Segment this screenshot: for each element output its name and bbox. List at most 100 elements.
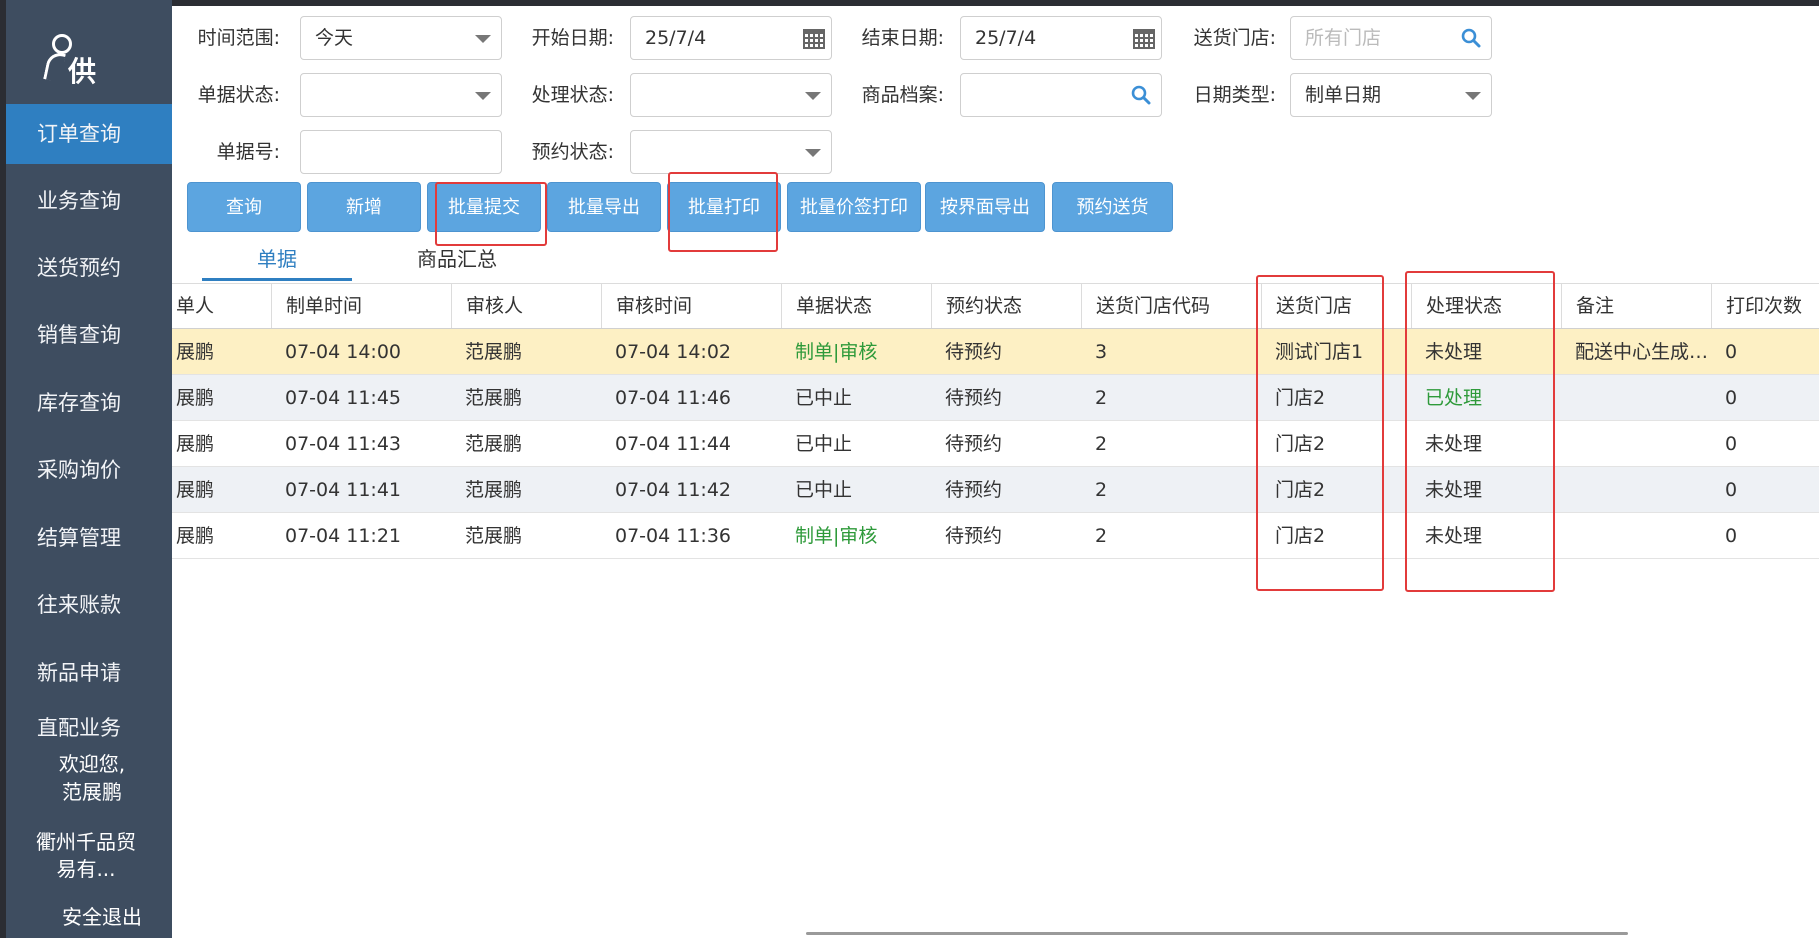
nav-item-order-query[interactable]: 订单查询 bbox=[6, 104, 172, 164]
col-header-store[interactable]: 送货门店 bbox=[1261, 284, 1411, 328]
calendar-icon[interactable] bbox=[803, 29, 825, 49]
product-file-input[interactable] bbox=[960, 73, 1162, 117]
calendar-icon[interactable] bbox=[1133, 29, 1155, 49]
nav-item-accounts[interactable]: 往来账款 bbox=[6, 575, 172, 635]
date-type-label: 日期类型: bbox=[1193, 84, 1276, 106]
cell-store-code: 2 bbox=[1095, 479, 1108, 501]
cell-creator: 展鹏 bbox=[176, 433, 215, 455]
sidebar: 供 订单查询 业务查询 送货预约 销售查询 库存查询 采购询价 结算管理 往来账… bbox=[0, 0, 172, 938]
search-icon[interactable] bbox=[1461, 28, 1481, 48]
doc-status-select[interactable] bbox=[300, 73, 502, 117]
add-button[interactable]: 新增 bbox=[307, 182, 421, 232]
cell-created-time: 07-04 11:21 bbox=[285, 525, 402, 547]
cell-store-code: 2 bbox=[1095, 433, 1108, 455]
time-range-select[interactable]: 今天 bbox=[300, 16, 502, 60]
col-header-review-time[interactable]: 审核时间 bbox=[601, 284, 781, 328]
col-header-reserve-status[interactable]: 预约状态 bbox=[931, 284, 1081, 328]
col-header-print-count[interactable]: 打印次数 bbox=[1711, 284, 1819, 328]
start-date-value: 25/7/4 bbox=[645, 27, 707, 49]
cell-print-count: 0 bbox=[1725, 433, 1738, 455]
table-row[interactable]: 展鹏 07-04 11:45 范展鹏 07-04 11:46 已中止 待预约 2 门店2 已处理… bbox=[172, 375, 1819, 421]
cell-reserve-status: 待预约 bbox=[945, 525, 1003, 547]
cell-print-count: 0 bbox=[1725, 341, 1738, 363]
table-row[interactable]: 展鹏 07-04 14:00 范展鹏 07-04 14:02 制单|审核 待预约 3 测试门店… bbox=[172, 329, 1819, 375]
chevron-down-icon bbox=[805, 149, 821, 157]
product-file-label: 商品档案: bbox=[861, 84, 944, 106]
end-date-label: 结束日期: bbox=[861, 27, 944, 49]
process-status-select[interactable] bbox=[630, 73, 832, 117]
welcome-text: 欢迎您, bbox=[58, 752, 126, 776]
start-date-input[interactable]: 25/7/4 bbox=[630, 16, 832, 60]
horizontal-scrollbar[interactable] bbox=[806, 932, 1628, 935]
cell-reserve-status: 待预约 bbox=[945, 433, 1003, 455]
supplier-logo: 供 bbox=[42, 30, 112, 90]
logo-text: 供 bbox=[68, 55, 97, 88]
date-type-select[interactable]: 制单日期 bbox=[1290, 73, 1492, 117]
end-date-input[interactable]: 25/7/4 bbox=[960, 16, 1162, 60]
cell-doc-status: 已中止 bbox=[795, 433, 853, 455]
cell-process-status: 已处理 bbox=[1425, 387, 1483, 409]
chevron-down-icon bbox=[475, 92, 491, 100]
cell-doc-status: 已中止 bbox=[795, 479, 853, 501]
nav-item-purchase-inquiry[interactable]: 采购询价 bbox=[6, 440, 172, 500]
user-name: 范展鹏 bbox=[62, 780, 122, 804]
cell-reviewer: 范展鹏 bbox=[465, 341, 523, 363]
search-icon[interactable] bbox=[1131, 85, 1151, 105]
cell-store-code: 2 bbox=[1095, 525, 1108, 547]
cell-created-time: 07-04 11:43 bbox=[285, 433, 402, 455]
batch-price-tag-print-button[interactable]: 批量价签打印 bbox=[787, 182, 921, 232]
cell-review-time: 07-04 11:46 bbox=[615, 387, 732, 409]
tab-documents[interactable]: 单据 bbox=[202, 244, 352, 281]
nav-item-new-product[interactable]: 新品申请 bbox=[6, 643, 172, 703]
cell-doc-status: 制单|审核 bbox=[795, 525, 878, 547]
person-icon-body bbox=[43, 50, 66, 83]
table-row[interactable]: 展鹏 07-04 11:41 范展鹏 07-04 11:42 已中止 待预约 2 门店2 未处理… bbox=[172, 467, 1819, 513]
col-header-store-code[interactable]: 送货门店代码 bbox=[1081, 284, 1261, 328]
time-range-value: 今天 bbox=[315, 27, 354, 49]
cell-reserve-status: 待预约 bbox=[945, 479, 1003, 501]
cell-store-code: 3 bbox=[1095, 341, 1108, 363]
table-row[interactable]: 展鹏 07-04 11:43 范展鹏 07-04 11:44 已中止 待预约 2 门店2 未处理… bbox=[172, 421, 1819, 467]
store-search-input[interactable]: 所有门店 bbox=[1290, 16, 1492, 60]
tab-product-summary[interactable]: 商品汇总 bbox=[382, 244, 532, 278]
cell-store: 测试门店1 bbox=[1275, 341, 1364, 363]
col-header-remark[interactable]: 备注 bbox=[1561, 284, 1711, 328]
batch-submit-button[interactable]: 批量提交 bbox=[427, 182, 541, 232]
table-header: 单人 制单时间 审核人 审核时间 单据状态 预约状态 送货门店代码 送货门店 处… bbox=[172, 283, 1819, 330]
doc-no-input[interactable] bbox=[300, 130, 502, 174]
col-header-process-status[interactable]: 处理状态 bbox=[1411, 284, 1561, 328]
reserve-delivery-button[interactable]: 预约送货 bbox=[1052, 182, 1173, 232]
cell-remark bbox=[1561, 421, 1711, 467]
logout-link[interactable]: 安全退出 bbox=[0, 904, 188, 931]
nav-item-settlement[interactable]: 结算管理 bbox=[6, 508, 172, 568]
col-header-doc-status[interactable]: 单据状态 bbox=[781, 284, 931, 328]
col-header-reviewer[interactable]: 审核人 bbox=[451, 284, 601, 328]
cell-review-time: 07-04 11:44 bbox=[615, 433, 732, 455]
cell-print-count: 0 bbox=[1725, 479, 1738, 501]
nav-item-sales-query[interactable]: 销售查询 bbox=[6, 305, 172, 365]
chevron-down-icon bbox=[805, 92, 821, 100]
cell-store: 门店2 bbox=[1275, 433, 1326, 455]
batch-export-button[interactable]: 批量导出 bbox=[547, 182, 661, 232]
nav-item-direct-delivery[interactable]: 直配业务 bbox=[6, 710, 172, 746]
batch-print-button[interactable]: 批量打印 bbox=[667, 182, 781, 232]
start-date-label: 开始日期: bbox=[531, 27, 614, 49]
cell-reviewer: 范展鹏 bbox=[465, 479, 523, 501]
cell-reviewer: 范展鹏 bbox=[465, 433, 523, 455]
table-row[interactable]: 展鹏 07-04 11:21 范展鹏 07-04 11:36 制单|审核 待预约 2 门店2 未… bbox=[172, 513, 1819, 559]
query-button[interactable]: 查询 bbox=[187, 182, 301, 232]
company-name: 衢州千品贸 bbox=[36, 830, 136, 854]
cell-doc-status: 已中止 bbox=[795, 387, 853, 409]
date-type-value: 制单日期 bbox=[1305, 84, 1382, 106]
col-header-creator[interactable]: 单人 bbox=[162, 284, 271, 328]
cell-created-time: 07-04 11:45 bbox=[285, 387, 402, 409]
nav-item-business-query[interactable]: 业务查询 bbox=[6, 171, 172, 231]
cell-remark bbox=[1561, 513, 1711, 559]
nav-item-delivery-reservation[interactable]: 送货预约 bbox=[6, 238, 172, 298]
chevron-down-icon bbox=[1465, 92, 1481, 100]
col-header-created-time[interactable]: 制单时间 bbox=[271, 284, 451, 328]
reserve-status-select[interactable] bbox=[630, 130, 832, 174]
export-by-view-button[interactable]: 按界面导出 bbox=[925, 182, 1045, 232]
cell-creator: 展鹏 bbox=[176, 387, 215, 409]
nav-item-inventory-query[interactable]: 库存查询 bbox=[6, 373, 172, 433]
